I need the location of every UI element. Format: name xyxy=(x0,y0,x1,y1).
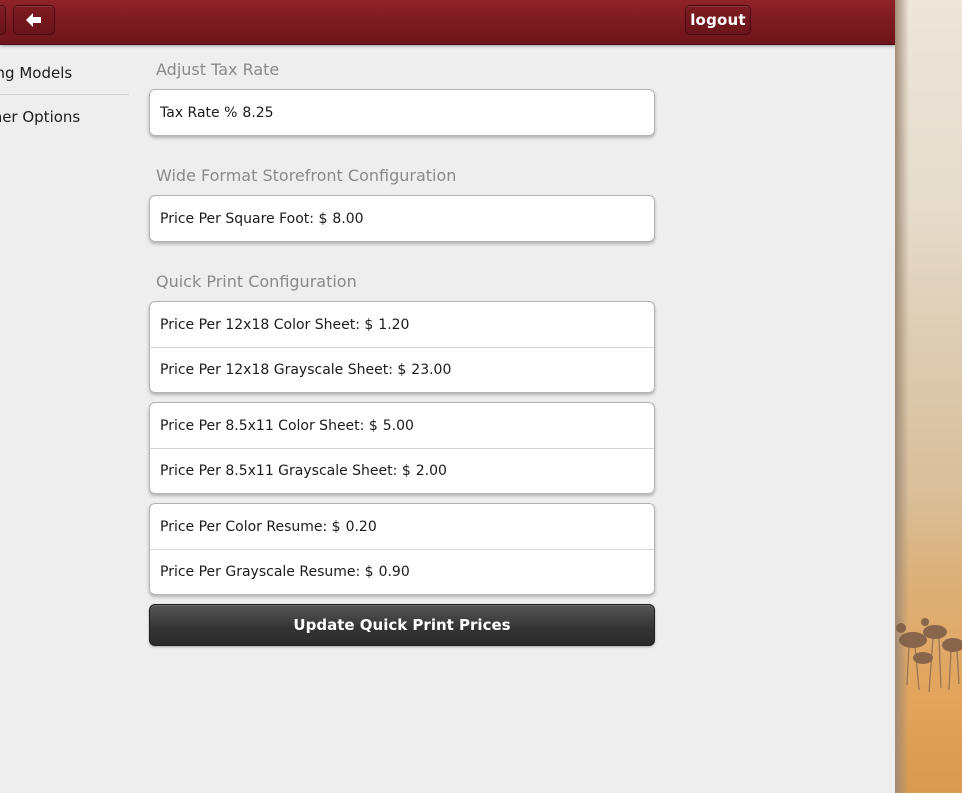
birds-image xyxy=(896,618,962,693)
wide-format-card: Price Per Square Foot: $ 8.00 xyxy=(149,195,655,242)
field-value[interactable]: 1.20 xyxy=(378,317,409,333)
quick-print-card-8-5x11: Price Per 8.5x11 Color Sheet: $ 5.00 Pri… xyxy=(149,402,655,494)
field-label: Price Per 12x18 Grayscale Sheet: $ xyxy=(160,362,407,378)
field-label: Price Per Square Foot: $ xyxy=(160,210,328,227)
update-quick-print-prices-button[interactable]: Update Quick Print Prices xyxy=(149,604,655,646)
price-per-square-foot-field[interactable]: Price Per Square Foot: $ 8.00 xyxy=(150,196,654,241)
menu-button[interactable] xyxy=(0,5,6,35)
arrow-left-icon xyxy=(26,13,41,27)
sidebar-item-label: Pricing Models xyxy=(0,64,73,82)
field-value[interactable]: 5.00 xyxy=(383,418,414,434)
field-label: Price Per 8.5x11 Color Sheet: $ xyxy=(160,417,378,434)
section-title-wide-format: Wide Format Storefront Configuration xyxy=(156,166,457,185)
price-12x18-color-field[interactable]: Price Per 12x18 Color Sheet: $ 1.20 xyxy=(150,302,654,347)
sidebar-item-label: Other Options xyxy=(0,107,81,126)
price-8-5x11-grayscale-field[interactable]: Price Per 8.5x11 Grayscale Sheet: $ 2.00 xyxy=(150,448,654,493)
field-value[interactable]: 0.90 xyxy=(379,564,410,580)
logout-button[interactable]: logout xyxy=(685,5,751,35)
tax-card: Tax Rate % 8.25 xyxy=(149,89,655,136)
main-content: Adjust Tax Rate Tax Rate % 8.25 Wide For… xyxy=(149,58,655,646)
field-label: Price Per Color Resume: $ xyxy=(160,518,341,535)
field-label: Price Per Grayscale Resume: $ xyxy=(160,564,374,580)
field-value[interactable]: 0.20 xyxy=(346,519,377,535)
field-value[interactable]: 8.00 xyxy=(332,211,363,227)
field-label: Price Per 12x18 Color Sheet: $ xyxy=(160,316,374,333)
field-value[interactable]: 8.25 xyxy=(242,105,273,121)
sidebar-item-pricing-models[interactable]: Pricing Models xyxy=(0,52,129,95)
price-grayscale-resume-field[interactable]: Price Per Grayscale Resume: $ 0.90 xyxy=(150,549,654,594)
back-button[interactable] xyxy=(13,5,55,35)
quick-print-card-resume: Price Per Color Resume: $ 0.20 Price Per… xyxy=(149,503,655,595)
price-12x18-grayscale-field[interactable]: Price Per 12x18 Grayscale Sheet: $ 23.00 xyxy=(150,347,654,392)
sidebar: Pricing Models Other Options xyxy=(0,52,129,138)
background-photo xyxy=(895,0,962,793)
tax-rate-field[interactable]: Tax Rate % 8.25 xyxy=(150,90,654,135)
section-title-quick-print: Quick Print Configuration xyxy=(156,272,357,291)
field-label: Price Per 8.5x11 Grayscale Sheet: $ xyxy=(160,463,411,479)
field-value[interactable]: 23.00 xyxy=(411,362,451,378)
quick-print-card-12x18: Price Per 12x18 Color Sheet: $ 1.20 Pric… xyxy=(149,301,655,393)
field-value[interactable]: 2.00 xyxy=(416,463,447,479)
field-label: Tax Rate % xyxy=(160,104,238,121)
top-bar: logout xyxy=(0,0,895,45)
sidebar-item-other-options[interactable]: Other Options xyxy=(0,95,129,138)
price-color-resume-field[interactable]: Price Per Color Resume: $ 0.20 xyxy=(150,504,654,549)
app-panel: logout Pricing Models Other Options Adju… xyxy=(0,0,895,793)
section-title-tax: Adjust Tax Rate xyxy=(156,60,280,79)
price-8-5x11-color-field[interactable]: Price Per 8.5x11 Color Sheet: $ 5.00 xyxy=(150,403,654,448)
